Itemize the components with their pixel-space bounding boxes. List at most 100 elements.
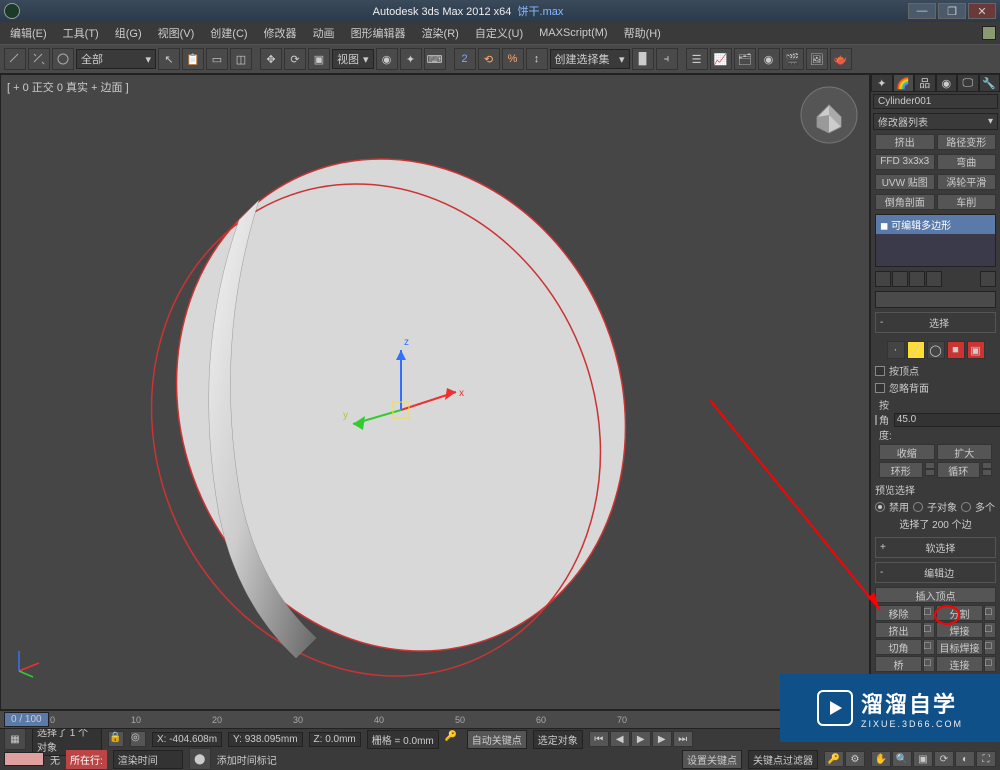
isolate-icon[interactable]: ◎ [130, 731, 146, 747]
modifier-stack[interactable]: ◼ 可编辑多边形 [875, 214, 996, 268]
tab-hierarchy[interactable]: 品 [914, 74, 936, 92]
subobj-vertex[interactable]: · [887, 341, 905, 359]
add-timemark-label[interactable]: 添加时间标记 [217, 752, 277, 767]
make-unique-icon[interactable] [909, 271, 925, 287]
x-field[interactable]: X: -404.608m [152, 732, 222, 747]
goto-end-icon[interactable]: ⏭ [673, 731, 693, 747]
link-icon[interactable] [4, 48, 26, 70]
maximize-button[interactable]: ❐ [938, 3, 966, 19]
ring-button[interactable]: 环形 [879, 462, 923, 478]
extrude-button[interactable]: 挤出 [875, 622, 922, 638]
tab-modify[interactable]: 🌈 [893, 74, 915, 92]
selected-filter[interactable]: 选定对象 [533, 730, 583, 749]
scrollbar-gap[interactable] [875, 291, 996, 308]
keyboard-icon[interactable]: ⌨ [424, 48, 446, 70]
by-angle-check[interactable] [875, 415, 877, 425]
viewport[interactable]: [ + 0 正交 0 真实 + 边面 ] [0, 74, 870, 710]
menu-modifiers[interactable]: 修改器 [258, 23, 303, 43]
ring-up[interactable] [925, 462, 935, 469]
max-toggle-icon[interactable]: ⛶ [976, 751, 996, 767]
render-frame-icon[interactable]: 🖼 [806, 48, 828, 70]
set-key-icon[interactable]: ⬤ [189, 748, 211, 770]
connect-button[interactable]: 连接 [936, 656, 983, 672]
target-weld-settings[interactable]: □ [984, 639, 996, 655]
chamfer-settings[interactable]: □ [923, 639, 935, 655]
minimize-button[interactable]: — [908, 3, 936, 19]
configure-icon[interactable] [980, 271, 996, 287]
snap-angle-icon[interactable]: ⟲ [478, 48, 500, 70]
menu-view[interactable]: 视图(V) [152, 23, 201, 43]
subobj-element[interactable]: ▣ [967, 341, 985, 359]
trackbar-toggle[interactable]: ▦ [4, 728, 26, 750]
window-crossing-icon[interactable]: ◫ [230, 48, 252, 70]
loop-button[interactable]: 循环 [937, 462, 981, 478]
tab-create[interactable]: ✦ [871, 74, 893, 92]
y-field[interactable]: Y: 938.095mm [228, 732, 302, 747]
set-key-button[interactable]: 设置关键点 [682, 750, 742, 769]
object-name-field[interactable]: Cylinder001 [873, 94, 998, 109]
key-filter-button[interactable]: 关键点过滤器 [748, 750, 818, 769]
menu-edit[interactable]: 编辑(E) [4, 23, 53, 43]
menu-create[interactable]: 创建(C) [204, 23, 253, 43]
split-settings[interactable]: □ [984, 605, 996, 621]
mod-btn-bevelprofile[interactable]: 倒角剖面 [875, 194, 935, 210]
close-button[interactable]: ✕ [968, 3, 996, 19]
rollout-softsel[interactable]: +软选择 [875, 537, 996, 558]
material-icon[interactable]: ◉ [758, 48, 780, 70]
play-icon[interactable]: ▶ [631, 731, 651, 747]
mod-btn-bend[interactable]: 弯曲 [937, 154, 997, 170]
snap-2d-icon[interactable]: 2 [454, 48, 476, 70]
lock-icon[interactable]: 🔒 [108, 731, 124, 747]
next-frame-icon[interactable]: ▶ [652, 731, 672, 747]
menu-group[interactable]: 组(G) [109, 23, 148, 43]
select-icon[interactable]: ↖ [158, 48, 180, 70]
named-selection[interactable]: 创建选择集▾ [550, 49, 630, 69]
time-config-icon[interactable]: ⚙ [845, 751, 865, 767]
align-icon[interactable]: ⫞ [656, 48, 678, 70]
schematic-icon[interactable]: 🗂 [734, 48, 756, 70]
render-icon[interactable]: 🫖 [830, 48, 852, 70]
unlink-icon[interactable] [28, 48, 50, 70]
bridge-button[interactable]: 桥 [875, 656, 922, 672]
menu-tools[interactable]: 工具(T) [57, 23, 105, 43]
region-rect-icon[interactable]: ▭ [206, 48, 228, 70]
selection-filter[interactable]: 全部▾ [76, 49, 156, 69]
rollout-edit-edges[interactable]: -编辑边 [875, 562, 996, 583]
curve-editor-icon[interactable]: 📈 [710, 48, 732, 70]
split-button[interactable]: 分割 [936, 605, 983, 621]
mod-btn-pathdeform[interactable]: 路径变形 [937, 134, 997, 150]
pan-icon[interactable]: ✋ [871, 751, 891, 767]
connect-settings[interactable]: □ [984, 656, 996, 672]
time-slider-thumb[interactable]: 0 / 100 [4, 712, 49, 727]
subobj-edge[interactable]: ╱ [907, 341, 925, 359]
snap-percent-icon[interactable]: % [502, 48, 524, 70]
key-mode-icon[interactable]: 🔑 [824, 751, 844, 767]
prev-frame-icon[interactable]: ◀ [610, 731, 630, 747]
grow-button[interactable]: 扩大 [937, 444, 993, 460]
by-vertex-check[interactable]: 按顶点 [875, 363, 996, 378]
menu-render[interactable]: 渲染(R) [416, 23, 465, 43]
orbit-icon[interactable]: ⟳ [934, 751, 954, 767]
render-setup-icon[interactable]: 🎬 [782, 48, 804, 70]
stack-editable-poly[interactable]: ◼ 可编辑多边形 [876, 215, 995, 234]
goto-start-icon[interactable]: ⏮ [589, 731, 609, 747]
zoom-extents-icon[interactable]: ▣ [913, 751, 933, 767]
viewport-label[interactable]: [ + 0 正交 0 真实 + 边面 ] [7, 79, 129, 95]
rotate-icon[interactable]: ⟳ [284, 48, 306, 70]
chamfer-button[interactable]: 切角 [875, 639, 922, 655]
tab-display[interactable]: 🖵 [957, 74, 979, 92]
tab-utilities[interactable]: 🔧 [979, 74, 1000, 92]
mirror-icon[interactable]: ▐▌ [632, 48, 654, 70]
viewcube[interactable] [799, 85, 859, 145]
preview-multi-radio[interactable] [961, 502, 971, 512]
timeline-preview[interactable] [4, 752, 44, 766]
pivot-icon[interactable]: ◉ [376, 48, 398, 70]
weld-button[interactable]: 焊接 [936, 622, 983, 638]
insert-vertex-button[interactable]: 插入顶点 [875, 587, 996, 603]
remove-settings[interactable]: □ [923, 605, 935, 621]
bind-icon[interactable] [52, 48, 74, 70]
bridge-settings[interactable]: □ [923, 656, 935, 672]
select-name-icon[interactable]: 📋 [182, 48, 204, 70]
layers-icon[interactable]: ☰ [686, 48, 708, 70]
tab-motion[interactable]: ◉ [936, 74, 958, 92]
